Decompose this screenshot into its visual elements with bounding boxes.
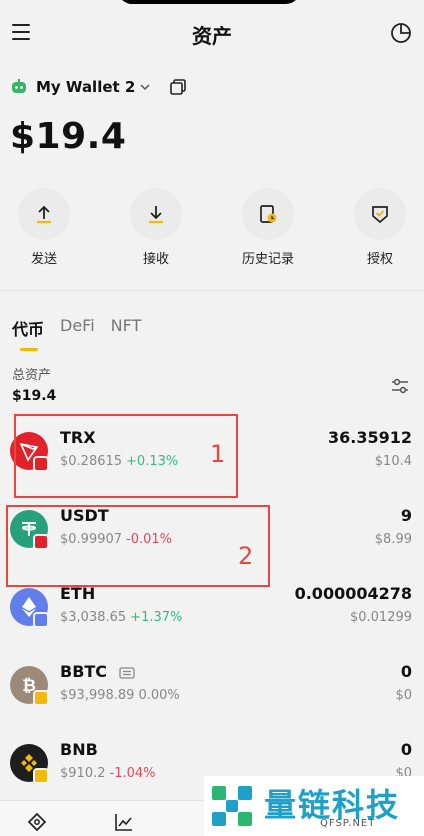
history-icon bbox=[260, 205, 277, 223]
pie-chart-icon[interactable] bbox=[390, 22, 412, 44]
wallet-selector[interactable]: My Wallet 2 bbox=[10, 76, 187, 98]
token-price-line: $93,998.89 0.00% bbox=[60, 688, 180, 703]
token-fiat-value: $0.01299 bbox=[349, 610, 412, 625]
token-amount: 0.000004278 bbox=[294, 584, 412, 603]
copy-icon[interactable] bbox=[169, 78, 187, 96]
token-amount: 9 bbox=[400, 506, 412, 525]
page-title: 资产 bbox=[192, 24, 232, 48]
token-amount: 36.35912 bbox=[327, 428, 412, 447]
token-price-line: $910.2 -1.04% bbox=[60, 766, 156, 781]
authorize-button[interactable]: 授权 bbox=[340, 188, 420, 267]
bnb-chain-badge-icon bbox=[33, 690, 49, 706]
quick-actions: 发送 接收 历史记录 授权 bbox=[0, 188, 424, 268]
watermark: 量链科技 QFSP.NET bbox=[204, 776, 424, 836]
token-price-line: $3,038.65 +1.37% bbox=[60, 610, 182, 625]
token-amount: 0 bbox=[400, 740, 412, 759]
token-price: $3,038.65 bbox=[60, 610, 127, 625]
top-bar: 资产 bbox=[0, 14, 424, 54]
home-icon[interactable] bbox=[26, 811, 48, 833]
tab-nft[interactable]: NFT bbox=[111, 316, 142, 356]
history-label: 历史记录 bbox=[241, 252, 294, 267]
receive-button[interactable]: 接收 bbox=[116, 188, 196, 267]
send-label: 发送 bbox=[30, 252, 57, 267]
token-symbol: BNB bbox=[60, 740, 98, 759]
watermark-subtitle: QFSP.NET bbox=[320, 818, 376, 829]
token-change: -1.04% bbox=[109, 766, 156, 781]
token-fiat-value: $10.4 bbox=[374, 454, 412, 469]
authorize-label: 授权 bbox=[366, 252, 393, 267]
market-chart-icon[interactable] bbox=[113, 811, 135, 833]
bnb-chain-badge-icon bbox=[33, 768, 49, 784]
total-assets-value: $19.4 bbox=[12, 388, 57, 404]
eth-chain-badge-icon bbox=[33, 612, 49, 628]
robot-icon bbox=[12, 79, 26, 93]
tab-tokens[interactable]: 代币 bbox=[12, 316, 44, 356]
token-symbol: BBTC bbox=[60, 662, 135, 681]
total-assets-label: 总资产 bbox=[12, 368, 52, 383]
receive-icon bbox=[149, 206, 163, 224]
chevron-down-icon bbox=[140, 84, 150, 91]
watermark-logo-icon bbox=[212, 786, 252, 826]
annotation-box-1 bbox=[14, 414, 238, 498]
history-button[interactable]: 历史记录 bbox=[228, 188, 308, 267]
token-fiat-value: $0 bbox=[395, 688, 412, 703]
annotation-box-2 bbox=[6, 505, 270, 587]
section-divider bbox=[0, 290, 424, 291]
token-row-bbtc[interactable]: ₿ BBTC $93,998.89 0.00% 0 $0 bbox=[0, 652, 424, 722]
annotation-number-1: 1 bbox=[210, 440, 226, 468]
ticket-icon bbox=[118, 666, 135, 679]
tab-defi[interactable]: DeFi bbox=[60, 316, 95, 356]
token-price: $93,998.89 bbox=[60, 688, 135, 703]
token-fiat-value: $8.99 bbox=[374, 532, 412, 547]
filter-icon[interactable] bbox=[390, 377, 410, 395]
send-button[interactable]: 发送 bbox=[4, 188, 84, 267]
receive-label: 接收 bbox=[142, 252, 169, 267]
token-amount: 0 bbox=[400, 662, 412, 681]
send-icon bbox=[37, 205, 51, 224]
asset-tabs: 代币 DeFi NFT bbox=[12, 316, 157, 356]
phone-notch bbox=[118, 0, 300, 4]
total-balance: $19.4 bbox=[10, 116, 127, 157]
token-price: $910.2 bbox=[60, 766, 106, 781]
token-change: +1.37% bbox=[130, 610, 183, 625]
token-change: 0.00% bbox=[138, 688, 180, 703]
authorize-icon bbox=[372, 206, 388, 224]
wallet-name: My Wallet 2 bbox=[36, 78, 136, 96]
annotation-number-2: 2 bbox=[238, 542, 254, 570]
